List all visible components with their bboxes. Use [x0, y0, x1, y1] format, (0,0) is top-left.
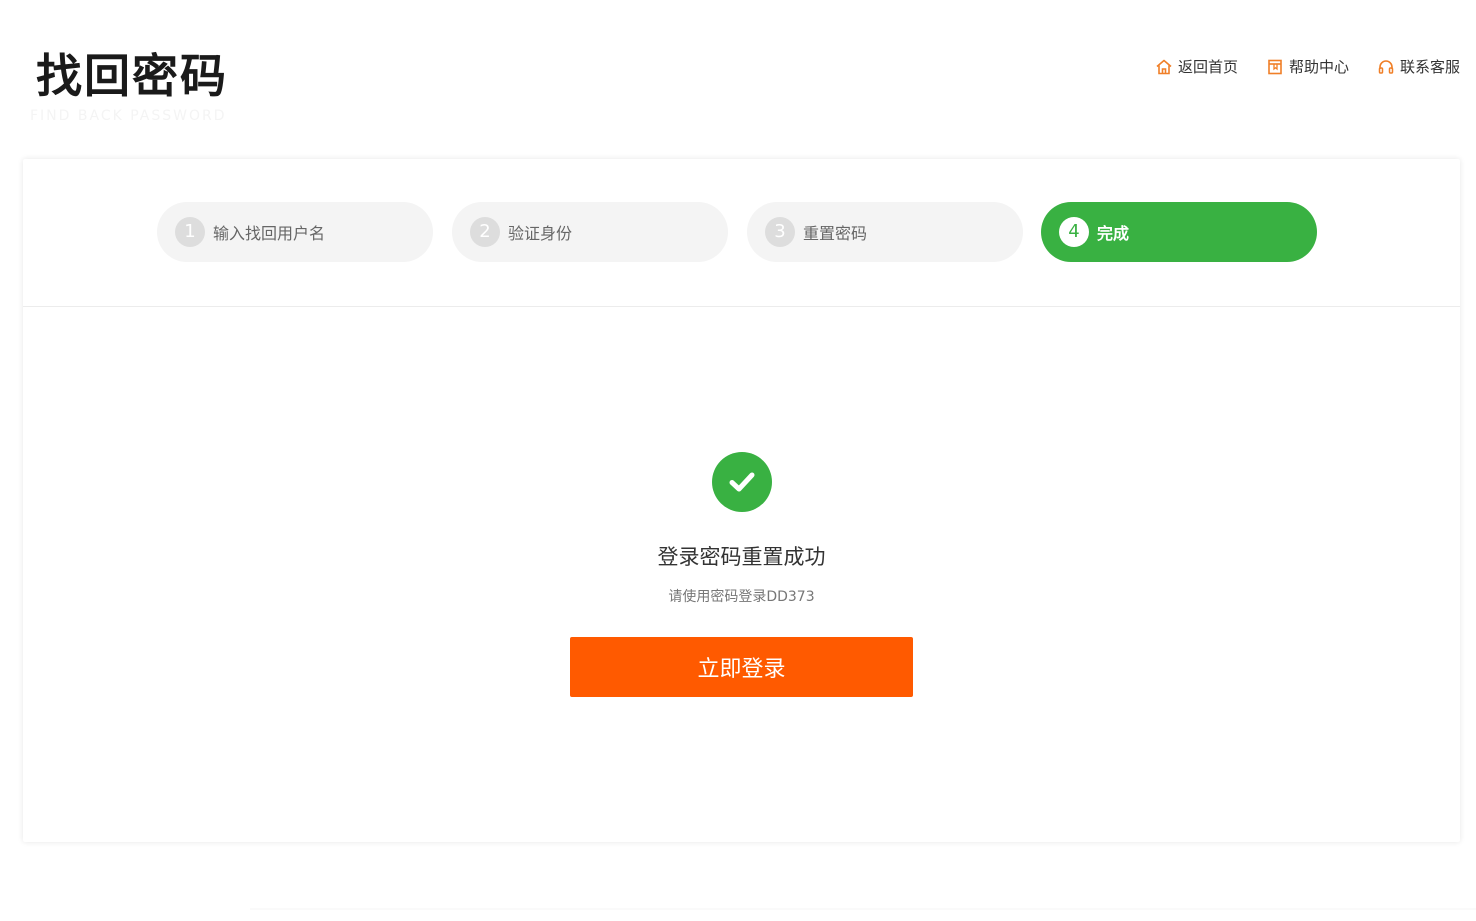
- step-number: 4: [1059, 217, 1089, 247]
- step-label: 验证身份: [508, 224, 573, 243]
- login-now-button[interactable]: 立即登录: [570, 637, 913, 697]
- contact-service-link[interactable]: 联系客服: [1377, 56, 1460, 77]
- step-number: 2: [470, 217, 500, 247]
- step-label: 重置密码: [803, 224, 868, 243]
- success-title: 登录密码重置成功: [657, 545, 826, 569]
- step-3: 3 重置密码: [747, 202, 1023, 262]
- home-link-label: 返回首页: [1177, 58, 1238, 76]
- page-title: 找回密码: [36, 49, 228, 103]
- help-center-label: 帮助中心: [1288, 58, 1349, 76]
- page-subtitle: FIND BACK PASSWORD: [30, 108, 227, 124]
- help-center-link[interactable]: 帮助中心: [1266, 56, 1349, 77]
- step-number: 1: [175, 217, 205, 247]
- home-link[interactable]: 返回首页: [1155, 56, 1238, 77]
- step-2: 2 验证身份: [452, 202, 728, 262]
- help-book-icon: [1266, 58, 1284, 76]
- step-label: 输入找回用户名: [213, 224, 326, 243]
- top-links: 返回首页 帮助中心 联系客服: [1155, 56, 1460, 77]
- find-password-page: 找回密码 FIND BACK PASSWORD 返回首页 帮助中心 联系客服 1…: [0, 0, 1476, 921]
- success-hint: 请使用密码登录DD373: [668, 589, 815, 605]
- check-circle-icon: [712, 452, 772, 512]
- step-4-active: 4 完成: [1041, 202, 1317, 262]
- step-progress: 1 输入找回用户名 2 验证身份 3 重置密码 4 完成: [23, 159, 1460, 307]
- home-icon: [1155, 58, 1173, 76]
- step-label: 完成: [1097, 224, 1130, 243]
- step-1: 1 输入找回用户名: [157, 202, 433, 262]
- contact-service-label: 联系客服: [1399, 58, 1460, 76]
- step-number: 3: [765, 217, 795, 247]
- footer-divider: [250, 908, 1476, 910]
- headset-icon: [1377, 58, 1395, 76]
- result-panel: 登录密码重置成功 请使用密码登录DD373 立即登录: [23, 308, 1460, 842]
- find-password-card: 1 输入找回用户名 2 验证身份 3 重置密码 4 完成 登录密码重置成功 请使…: [23, 159, 1460, 842]
